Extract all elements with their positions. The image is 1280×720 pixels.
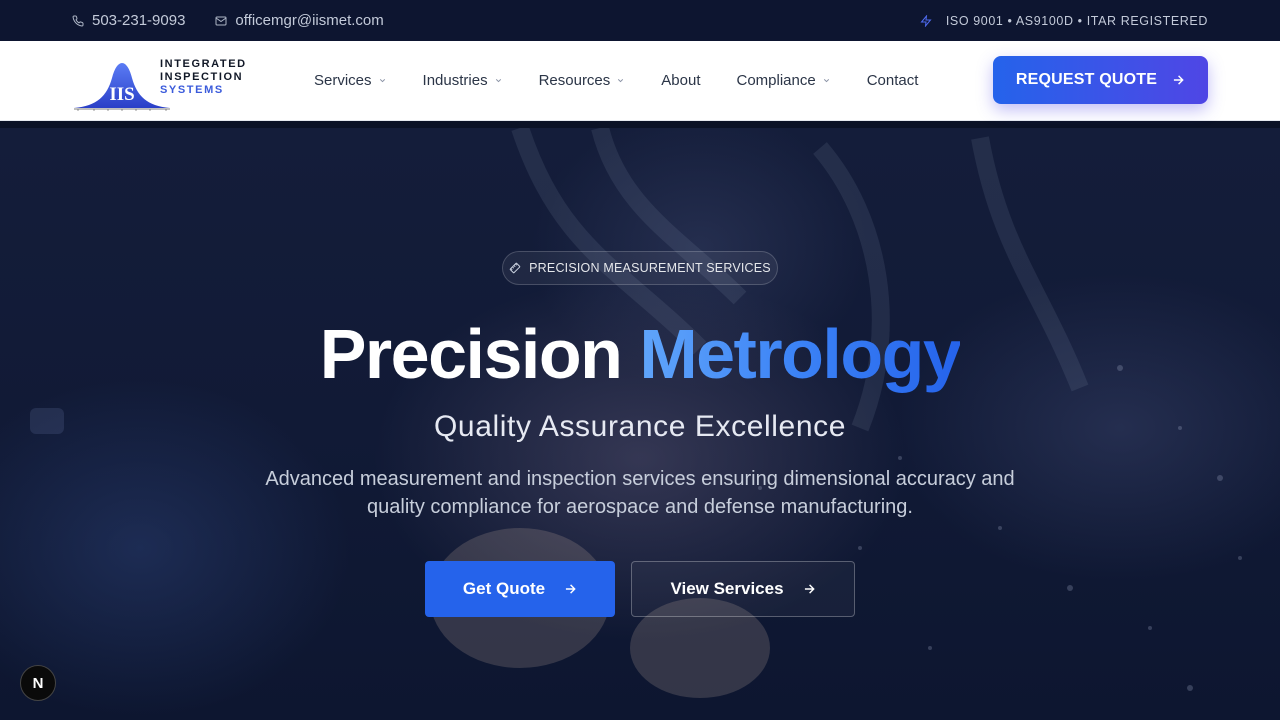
dev-tools-badge[interactable]: N — [20, 665, 56, 701]
nav-item-resources[interactable]: Resources — [539, 72, 626, 89]
logo-mark-text: IIS — [109, 84, 134, 105]
ruler-icon — [509, 262, 521, 274]
logo-line-2: INSPECTION — [160, 71, 244, 83]
phone-number: 503-231-9093 — [92, 12, 186, 29]
arrow-right-icon — [565, 584, 576, 594]
headline-main: Precision — [319, 315, 623, 393]
get-quote-button[interactable]: Get Quote — [425, 561, 615, 617]
nav-item-compliance[interactable]: Compliance — [736, 72, 830, 89]
request-quote-label: REQUEST QUOTE — [1015, 71, 1158, 88]
hero-section: PRECISION MEASUREMENT SERVICES Precision… — [0, 128, 1280, 720]
nav-item-label: About — [661, 72, 701, 89]
top-contact-bar: 503-231-9093 officemgr@iismet.com ISO 90… — [0, 0, 1280, 41]
email-link[interactable]: officemgr@iismet.com — [215, 12, 384, 29]
nav-item-about[interactable]: About — [661, 72, 700, 89]
nav-item-label: Industries — [422, 72, 488, 89]
main-navigation: IIS INTEGRATED INSPECTION SYSTEMS Servic… — [0, 41, 1280, 121]
phone-icon — [72, 14, 84, 26]
logo-line-1: INTEGRATED — [160, 58, 247, 70]
chevron-down-icon — [618, 79, 624, 83]
bolt-icon — [920, 14, 932, 27]
arrow-right-icon — [804, 584, 815, 594]
nav-menu: Services Industries Resources About Comp… — [314, 72, 954, 89]
nav-item-services[interactable]: Services — [314, 72, 387, 89]
logo-line-3: SYSTEMS — [160, 84, 224, 96]
bell-curve-logo-icon: IIS — [72, 48, 172, 114]
view-services-label: View Services — [670, 579, 784, 598]
hero-badge: PRECISION MEASUREMENT SERVICES — [502, 251, 778, 285]
nav-item-label: Compliance — [736, 72, 816, 89]
company-logo[interactable]: IIS INTEGRATED INSPECTION SYSTEMS — [72, 46, 314, 116]
headline-accent: Metrology — [639, 315, 961, 393]
nav-item-industries[interactable]: Industries — [423, 72, 503, 89]
chevron-down-icon — [823, 79, 829, 83]
nav-item-label: Services — [314, 72, 372, 89]
dev-tools-badge-label: N — [32, 674, 44, 692]
certifications-text: ISO 9001 • AS9100D • ITAR REGISTERED — [945, 13, 1208, 28]
chevron-down-icon — [379, 79, 385, 83]
hero-subheadline: Quality Assurance Excellence — [434, 410, 846, 443]
nav-item-contact[interactable]: Contact — [867, 72, 919, 89]
request-quote-button[interactable]: REQUEST QUOTE — [993, 56, 1208, 104]
hero-badge-text: PRECISION MEASUREMENT SERVICES — [529, 261, 771, 275]
chevron-down-icon — [495, 79, 501, 83]
contact-info: 503-231-9093 officemgr@iismet.com — [72, 12, 384, 29]
logo-wordmark: INTEGRATED INSPECTION SYSTEMS — [160, 58, 247, 97]
hero-headline: Precision Metrology — [0, 312, 1280, 396]
certifications: ISO 9001 • AS9100D • ITAR REGISTERED — [920, 14, 1208, 28]
nav-item-label: Resources — [538, 72, 611, 89]
hero-description: Advanced measurement and inspection serv… — [265, 468, 1015, 518]
view-services-button[interactable]: View Services — [631, 561, 855, 617]
arrow-right-icon — [1174, 75, 1184, 85]
get-quote-label: Get Quote — [462, 579, 546, 598]
email-address: officemgr@iismet.com — [235, 12, 384, 29]
nav-item-label: Contact — [866, 72, 919, 89]
phone-link[interactable]: 503-231-9093 — [72, 12, 185, 29]
mail-icon — [215, 16, 227, 25]
